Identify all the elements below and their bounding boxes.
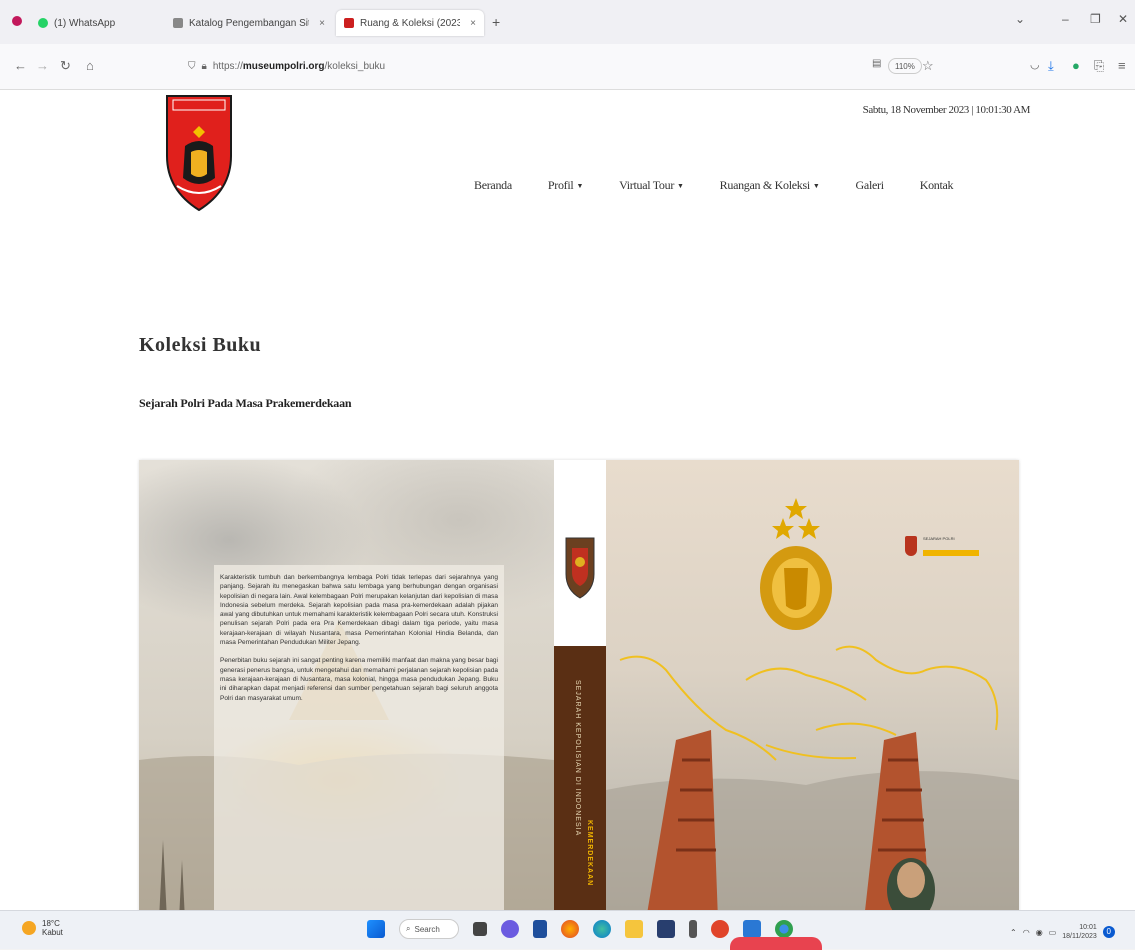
search-label: Search xyxy=(414,924,440,934)
whatsapp-favicon-icon xyxy=(38,18,48,28)
office-icon[interactable] xyxy=(711,920,729,938)
chat-icon[interactable] xyxy=(501,920,519,938)
close-window-button[interactable]: ✕ xyxy=(1118,12,1128,26)
search-icon: ⌕ xyxy=(406,924,411,933)
page-title: Koleksi Buku xyxy=(139,334,262,356)
blurb-paragraph: Penerbitan buku sejarah ini sangat penti… xyxy=(220,657,498,702)
badge-gold-bar xyxy=(923,550,979,556)
front-cover: SEJARAH POLRI xyxy=(606,460,1019,910)
back-cover: Karakteristik tumbuh dan berkembangnya l… xyxy=(139,460,554,910)
minimize-button[interactable]: – xyxy=(1062,12,1069,26)
spine-title: SEJARAH KEPOLISIAN DI INDONESIA xyxy=(574,680,581,837)
taskbar-apps: ⌕ Search xyxy=(367,919,793,939)
menu-icon[interactable]: ≡ xyxy=(1118,58,1126,73)
maximize-button[interactable]: ❐ xyxy=(1090,12,1101,26)
task-view-icon[interactable] xyxy=(473,922,487,936)
menu-item-beranda[interactable]: Beranda xyxy=(474,178,512,193)
tab-label: Ruang & Koleksi (2023) – Mus xyxy=(360,17,461,29)
new-tab-button[interactable]: + xyxy=(492,14,500,30)
clock-time: 10:01 xyxy=(1079,924,1097,931)
browser-tab-bar: (1) WhatsApp Katalog Pengembangan Situs … xyxy=(0,0,1135,44)
url-bar[interactable]: ⛉ 🔒︎ https://museumpolri.org/koleksi_buk… xyxy=(180,54,940,78)
search-box[interactable]: ⌕ Search xyxy=(399,919,459,939)
weather-widget[interactable]: 18°C Kabut xyxy=(22,919,63,937)
firefox-view-icon[interactable] xyxy=(12,16,22,26)
battery-icon[interactable]: ▭ xyxy=(1049,928,1057,937)
weather-icon xyxy=(22,921,36,935)
front-cover-illustration xyxy=(606,498,1019,910)
chrome-icon[interactable] xyxy=(775,920,793,938)
taskbar-highlight xyxy=(730,937,822,950)
caret-down-icon: ▼ xyxy=(677,182,684,191)
home-icon[interactable]: ⌂ xyxy=(86,58,94,73)
caret-down-icon: ▼ xyxy=(576,182,584,191)
back-icon[interactable]: ← xyxy=(14,58,27,73)
browser-nav-bar: ← → ↻ ⌂ ⛉ 🔒︎ https://museumpolri.org/kol… xyxy=(0,44,1135,90)
tab-katalog[interactable]: Katalog Pengembangan Situs dan × xyxy=(165,10,333,36)
bookmark-star-icon[interactable]: ☆ xyxy=(922,58,934,74)
menu-item-ruangan-koleksi[interactable]: Ruangan & Koleksi ▼ xyxy=(720,178,820,193)
book-spine: SEJARAH KEPOLISIAN DI INDONESIA KEMERDEK… xyxy=(554,460,606,910)
book-title: Sejarah Polri Pada Masa Prakemerdekaan xyxy=(139,396,352,410)
edge-icon[interactable] xyxy=(593,920,611,938)
spine-volume: KEMERDEKAAN xyxy=(586,820,593,887)
tab-label: Katalog Pengembangan Situs dan xyxy=(189,17,309,29)
system-tray: ⌃ ◠ ◉ ▭ 10:01 18/11/2023 0 xyxy=(1010,923,1115,941)
weather-temp: 18°C xyxy=(42,919,60,928)
korlantas-logo[interactable] xyxy=(163,92,235,212)
start-icon[interactable] xyxy=(367,920,385,938)
reload-icon[interactable]: ↻ xyxy=(60,58,71,74)
clock-date: 18/11/2023 xyxy=(1062,933,1097,940)
taskbar: 18°C Kabut ⌕ Search ⌃ ◠ ◉ ▭ 10:01 18/11/… xyxy=(0,910,1135,950)
reader-view-icon[interactable]: ▤ xyxy=(872,58,881,69)
polri-emblem-icon xyxy=(565,537,595,599)
tab-whatsapp[interactable]: (1) WhatsApp xyxy=(30,10,160,36)
file-explorer-icon[interactable] xyxy=(533,920,547,938)
badge-label: SEJARAH POLRI xyxy=(923,536,955,541)
store-icon[interactable] xyxy=(657,920,675,938)
clock[interactable]: 10:01 18/11/2023 xyxy=(1062,923,1097,941)
mail-icon[interactable] xyxy=(743,920,761,938)
menu-item-profil[interactable]: Profil ▼ xyxy=(548,178,583,193)
lock-icon[interactable]: 🔒︎ xyxy=(202,61,207,72)
tab-museum-polri[interactable]: Ruang & Koleksi (2023) – Mus × xyxy=(336,10,484,36)
list-tabs-icon[interactable]: ⌄ xyxy=(1015,12,1025,26)
blurb-paragraph: Karakteristik tumbuh dan berkembangnya l… xyxy=(220,574,498,647)
pocket-icon[interactable]: ◡ xyxy=(1030,58,1040,71)
menu-item-kontak[interactable]: Kontak xyxy=(920,178,954,193)
zoom-level[interactable]: 110% xyxy=(888,58,922,74)
extension-icon[interactable]: ● xyxy=(1072,58,1080,73)
volume-icon[interactable]: ◉ xyxy=(1036,928,1043,937)
close-tab-icon[interactable]: × xyxy=(470,18,476,29)
main-menu: Beranda Profil ▼ Virtual Tour ▼ Ruangan & … xyxy=(474,178,954,193)
url-text: https://museumpolri.org/koleksi_buku xyxy=(212,60,386,72)
current-datetime: Sabtu, 18 November 2023 | 10:01:30 AM xyxy=(862,104,1031,116)
tab-label: (1) WhatsApp xyxy=(54,17,116,29)
menu-item-galeri[interactable]: Galeri xyxy=(856,178,884,193)
web-page: Sabtu, 18 November 2023 | 10:01:30 AM Be… xyxy=(0,90,1135,910)
shield-icon[interactable]: ⛉ xyxy=(188,61,196,72)
weather-desc: Kabut xyxy=(42,928,63,937)
firefox-icon[interactable] xyxy=(561,920,579,938)
page-favicon-icon xyxy=(173,18,183,28)
menu-item-virtual-tour[interactable]: Virtual Tour ▼ xyxy=(619,178,684,193)
app-icon[interactable] xyxy=(689,920,697,938)
forward-icon[interactable]: → xyxy=(36,58,49,73)
caret-down-icon: ▼ xyxy=(812,182,820,191)
clipboard-icon[interactable]: ⎘ xyxy=(1094,58,1104,74)
folder-icon[interactable] xyxy=(625,920,643,938)
police-crest-icon xyxy=(905,536,917,556)
chevron-up-icon[interactable]: ⌃ xyxy=(1010,928,1017,937)
museum-favicon-icon xyxy=(344,18,354,28)
book-cover-image: Karakteristik tumbuh dan berkembangnya l… xyxy=(139,460,1019,910)
publisher-badge: SEJARAH POLRI xyxy=(901,532,981,572)
wifi-icon[interactable]: ◠ xyxy=(1023,928,1030,937)
download-icon[interactable]: ⤓ xyxy=(1048,58,1054,74)
notification-badge[interactable]: 0 xyxy=(1102,926,1115,938)
close-tab-icon[interactable]: × xyxy=(319,18,325,29)
back-cover-blurb: Karakteristik tumbuh dan berkembangnya l… xyxy=(214,565,504,910)
